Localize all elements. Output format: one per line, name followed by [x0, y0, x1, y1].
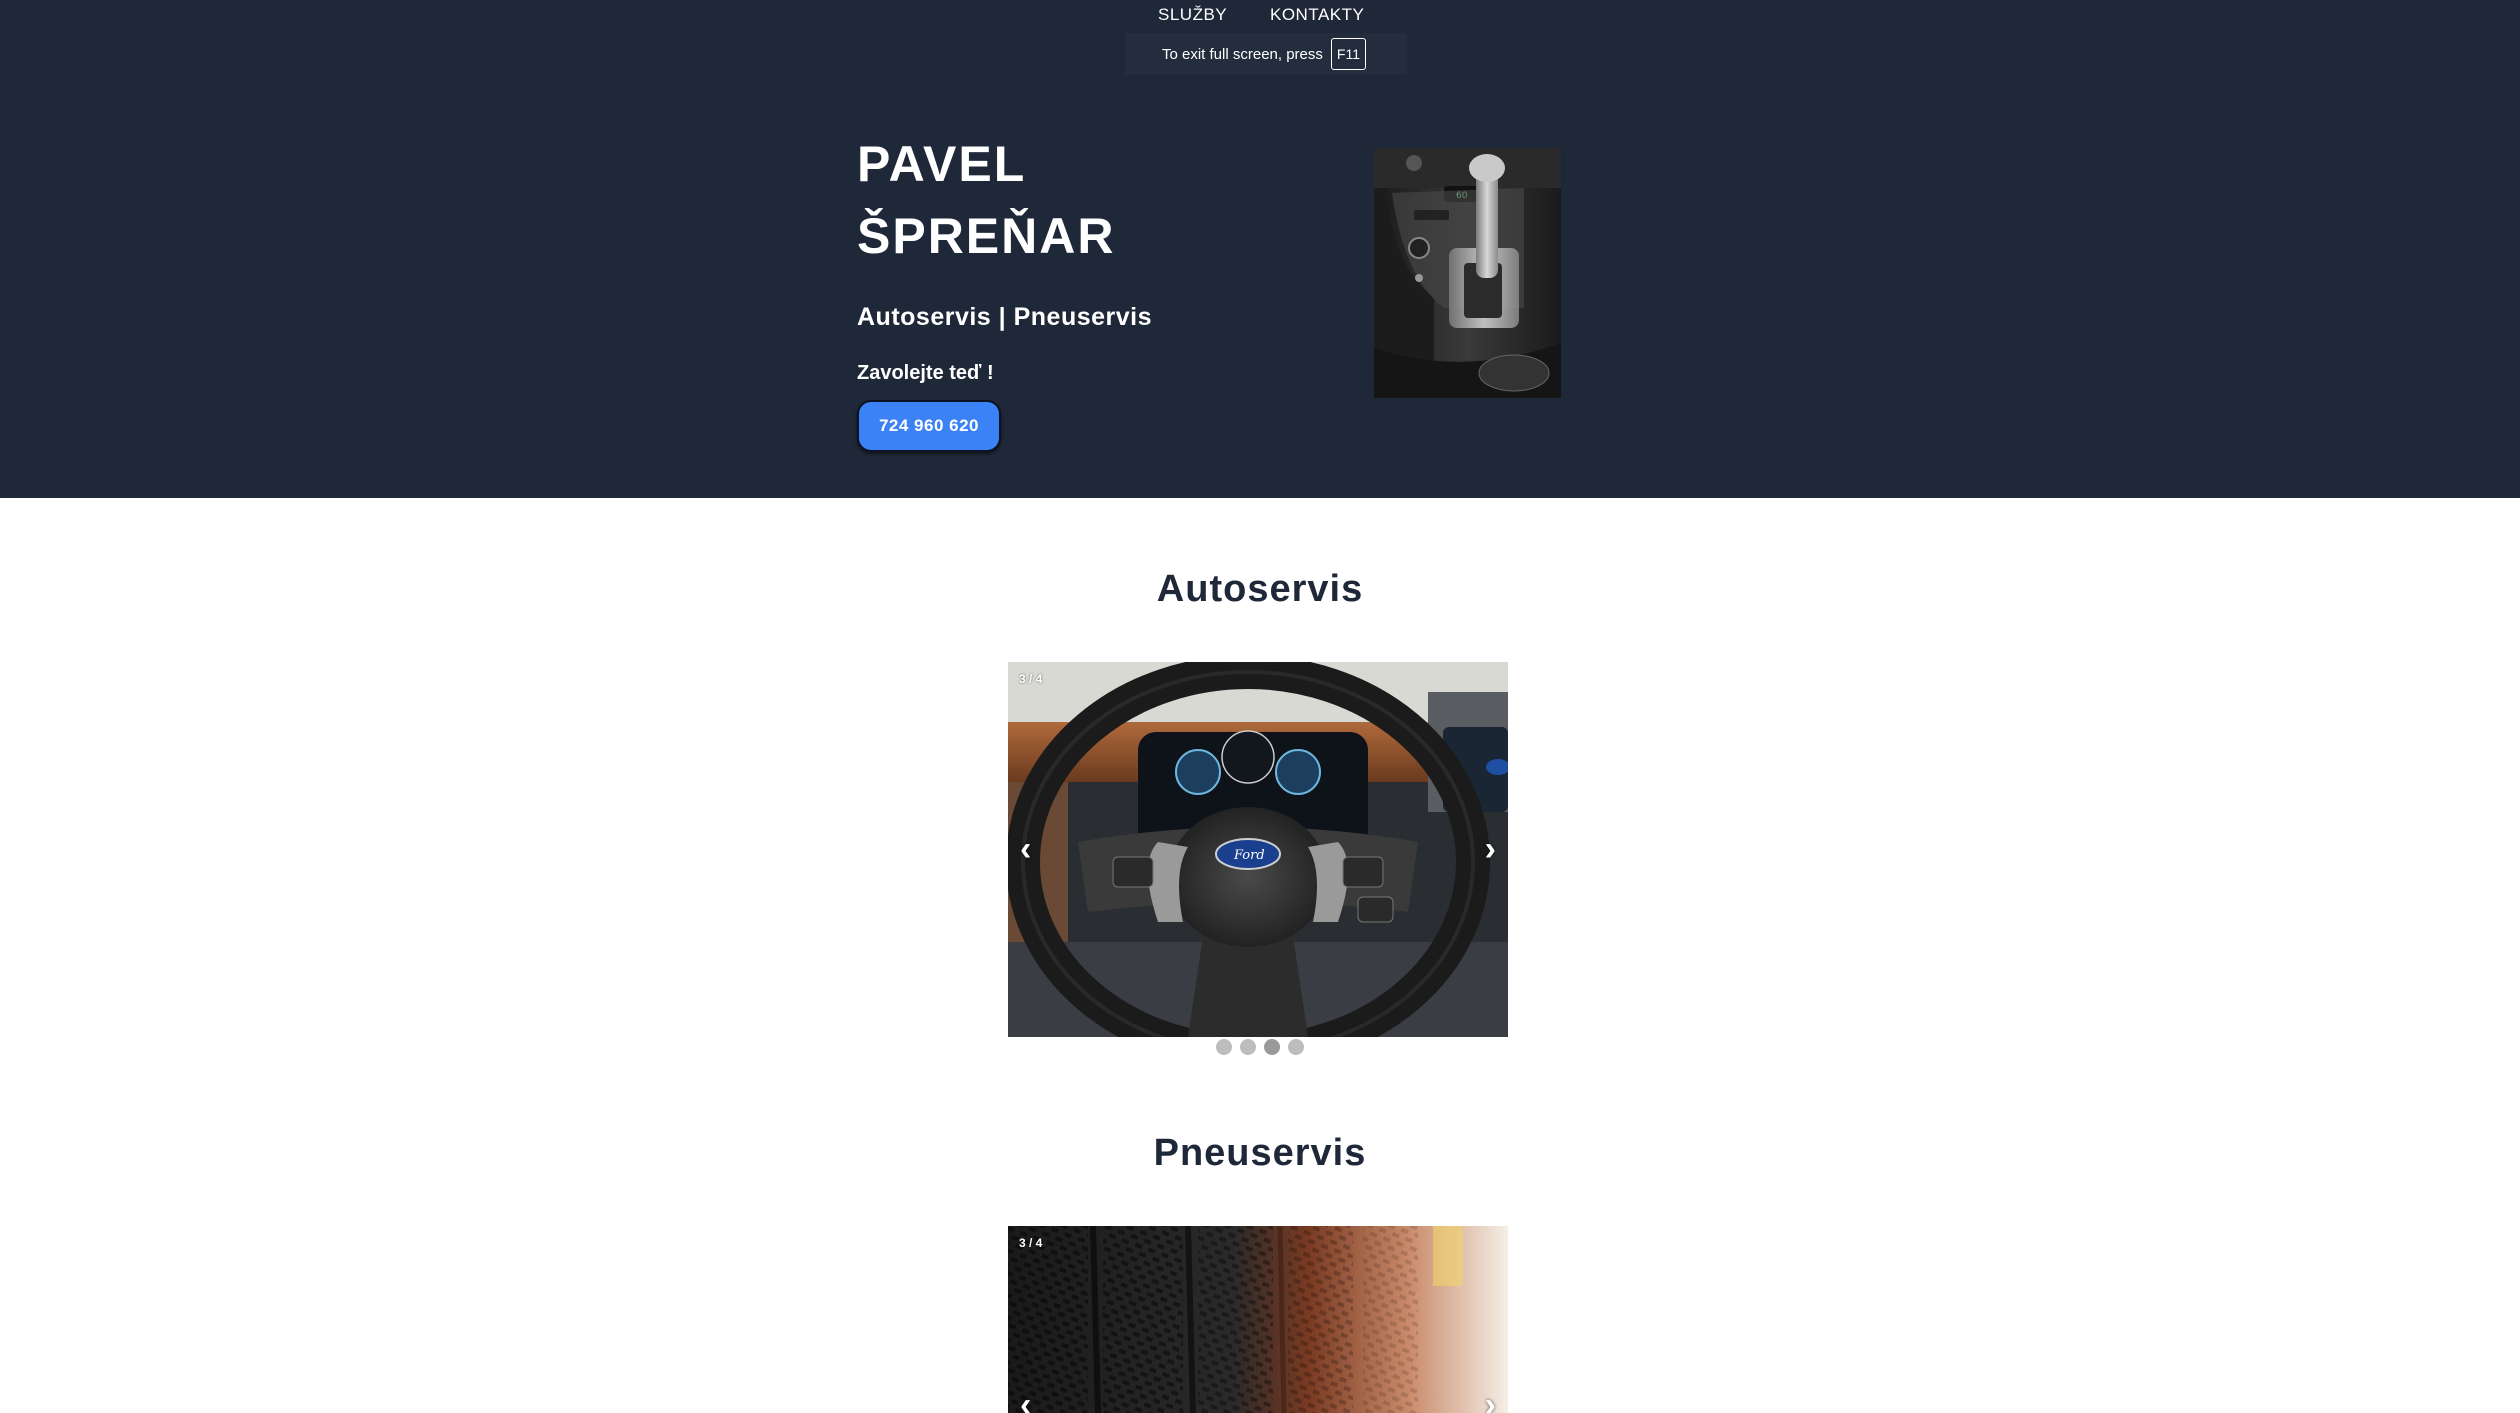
fullscreen-notice-text: To exit full screen, press [1162, 45, 1323, 63]
carousel-prev-button[interactable]: ‹ [1020, 832, 1031, 866]
carousel-dot[interactable] [1288, 1039, 1304, 1055]
carousel-dots [0, 1039, 2520, 1055]
phone-call-button[interactable]: 724 960 620 [857, 400, 1001, 452]
carousel-prev-button[interactable]: ‹ [1020, 1388, 1031, 1413]
hero-subtitle: Autoservis | Pneuservis [857, 303, 1153, 331]
call-prompt: Zavolejte teď ! [857, 362, 994, 384]
fullscreen-key-badge: F11 [1330, 38, 1366, 70]
carousel-dot[interactable] [1216, 1039, 1232, 1055]
section-title-pneuservis: Pneuservis [1153, 1132, 1367, 1174]
tires-photo [1008, 1226, 1508, 1413]
gear-shifter-photo: 60 [1374, 148, 1561, 398]
carousel-next-button[interactable]: › [1485, 1388, 1496, 1413]
section-title-autoservis: Autoservis [1156, 568, 1364, 610]
carousel-next-button[interactable]: › [1485, 832, 1496, 866]
autoservis-carousel: Ford 3 / 4 ‹ › [1008, 662, 1508, 1037]
page-title: PAVEL ŠPREŇAR [857, 128, 1115, 272]
hero-section: SLUŽBY KONTAKTY To exit full screen, pre… [0, 0, 2520, 498]
nav-item-sluzby[interactable]: SLUŽBY [1158, 5, 1227, 25]
title-first-name: PAVEL [857, 136, 1027, 192]
fullscreen-notice: To exit full screen, press F11 [1125, 33, 1407, 75]
title-last-name: ŠPREŇAR [857, 208, 1116, 264]
slide-counter: 3 / 4 [1019, 1236, 1043, 1250]
slide-counter: 3 / 4 [1019, 672, 1043, 686]
nav-item-kontakty[interactable]: KONTAKTY [1270, 5, 1364, 25]
steering-wheel-photo: Ford [1008, 662, 1508, 1037]
pneuservis-carousel: 3 / 4 ‹ › [1008, 1226, 1508, 1413]
top-nav: SLUŽBY KONTAKTY [0, 0, 2520, 30]
svg-text:Ford: Ford [1233, 848, 1265, 863]
carousel-dot[interactable] [1240, 1039, 1256, 1055]
carousel-dot[interactable] [1264, 1039, 1280, 1055]
